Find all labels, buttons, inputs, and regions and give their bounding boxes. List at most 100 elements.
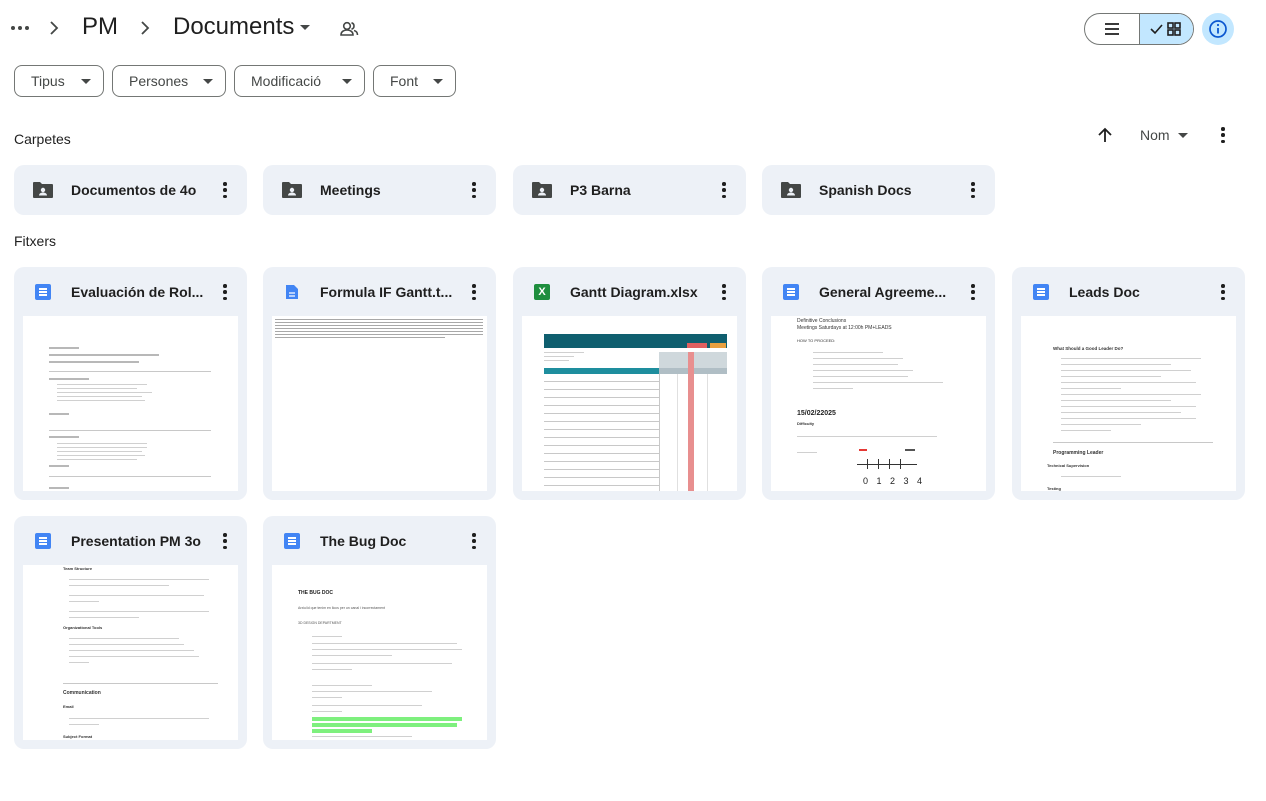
file-preview	[522, 316, 737, 491]
file-name: Presentation PM 3o	[71, 533, 201, 549]
file-preview: Definitive Conclusions Meetings Saturday…	[771, 316, 986, 491]
filter-chip-label: Persones	[129, 73, 189, 89]
list-view-button[interactable]	[1085, 14, 1139, 44]
preview-subheading: Email	[63, 704, 74, 709]
current-folder-name: Documents	[173, 13, 295, 40]
google-docs-icon	[35, 284, 51, 300]
dropdown-arrow-icon	[1177, 132, 1188, 138]
folder-name: Meetings	[320, 182, 381, 198]
preview-line: 3D DESIGN DEPARTMENT	[298, 621, 342, 625]
filter-chip-label: Font	[390, 73, 419, 89]
view-toggle	[1084, 13, 1194, 45]
grid-view-icon	[1150, 22, 1182, 36]
file-name: Gantt Diagram.xlsx	[570, 284, 698, 300]
file-card[interactable]: Presentation PM 3o Team Structure Organi…	[14, 516, 247, 749]
chevron-right-icon	[50, 21, 59, 35]
preview-line: Meetings Saturdays at 12:00h PM+LEADS	[797, 325, 892, 331]
file-preview: Team Structure Organizational Tools Comm…	[23, 565, 238, 740]
folder-name: Spanish Docs	[819, 182, 912, 198]
folder-card[interactable]: Spanish Docs	[762, 165, 995, 215]
more-vert-icon[interactable]	[471, 284, 477, 300]
file-name: Evaluación de Rol...	[71, 284, 204, 300]
more-vert-icon[interactable]	[222, 533, 228, 549]
arrow-up-icon[interactable]	[1094, 124, 1116, 146]
preview-line: Arxiu/id que tenim en llocs per un canal…	[298, 606, 385, 610]
more-vert-icon[interactable]	[721, 182, 727, 198]
more-vert-icon[interactable]	[222, 182, 228, 198]
folder-name: P3 Barna	[570, 182, 631, 198]
breadcrumb-current-folder[interactable]: Documents	[173, 13, 311, 41]
google-docs-icon	[35, 533, 51, 549]
preview-heading: HOW TO PROCEED:	[797, 338, 836, 343]
preview-line: Definitive Conclusions	[797, 318, 847, 324]
more-vert-icon	[1220, 127, 1226, 143]
folder-card[interactable]: P3 Barna	[513, 165, 746, 215]
preview-heading: Organizational Tools	[63, 625, 103, 630]
file-preview	[272, 316, 487, 491]
chevron-right-icon	[141, 21, 150, 35]
google-docs-icon	[783, 284, 799, 300]
google-docs-icon	[1033, 284, 1049, 300]
folder-card[interactable]: Documentos de 4o	[14, 165, 247, 215]
dropdown-arrow-icon	[342, 79, 352, 84]
dropdown-arrow-icon	[203, 79, 213, 84]
file-name: Formula IF Gantt.t...	[320, 284, 453, 300]
shared-folder-icon	[33, 182, 53, 198]
dropdown-arrow-icon	[81, 79, 91, 84]
sort-by-button[interactable]: Nom	[1140, 127, 1188, 143]
more-vert-icon[interactable]	[471, 182, 477, 198]
more-vert-icon[interactable]	[970, 182, 976, 198]
google-docs-icon	[284, 533, 300, 549]
files-section-title: Fitxers	[14, 233, 56, 249]
more-vert-icon[interactable]	[471, 533, 477, 549]
more-options-button[interactable]	[1212, 124, 1234, 146]
document-icon	[284, 284, 300, 300]
google-sheets-icon: X	[534, 284, 550, 300]
filter-source-chip[interactable]: Font	[373, 65, 456, 97]
file-card[interactable]: The Bug Doc THE BUG DOC Arxiu/id que ten…	[263, 516, 496, 749]
file-name: Leads Doc	[1069, 284, 1140, 300]
breadcrumb-pm[interactable]: PM	[82, 13, 118, 41]
grid-view-button[interactable]	[1138, 14, 1193, 44]
file-card[interactable]: Formula IF Gantt.t...	[263, 267, 496, 500]
file-card[interactable]: General Agreeme... Definitive Conclusion…	[762, 267, 995, 500]
file-card[interactable]: Leads Doc What Should a Good Leader Do? …	[1012, 267, 1245, 500]
filter-modified-chip[interactable]: Modificació	[234, 65, 365, 97]
folder-name: Documentos de 4o	[71, 182, 197, 198]
file-name: General Agreeme...	[819, 284, 947, 300]
more-horiz-icon[interactable]	[8, 16, 32, 40]
preview-heading: THE BUG DOC	[298, 590, 333, 596]
filter-chip-label: Tipus	[31, 73, 65, 89]
file-preview: THE BUG DOC Arxiu/id que tenim en llocs …	[272, 565, 487, 740]
file-card[interactable]: Evaluación de Rol...	[14, 267, 247, 500]
info-button[interactable]	[1202, 13, 1234, 45]
preview-subheading: Difficulty	[797, 421, 815, 426]
shared-folder-icon	[781, 182, 801, 198]
preview-subheading: Subject Format	[63, 734, 93, 739]
more-vert-icon[interactable]	[721, 284, 727, 300]
shared-folder-icon	[532, 182, 552, 198]
file-card[interactable]: X Gantt Diagram.xlsx	[513, 267, 746, 500]
info-icon	[1209, 20, 1227, 38]
filter-chip-label: Modificació	[251, 73, 322, 89]
dropdown-arrow-icon	[433, 79, 443, 84]
dropdown-arrow-icon	[300, 24, 311, 30]
preview-heading: Communication	[63, 690, 101, 696]
more-vert-icon[interactable]	[1220, 284, 1226, 300]
preview-date: 15/02/22025	[797, 410, 836, 417]
more-vert-icon[interactable]	[222, 284, 228, 300]
preview-subheading: Testing	[1047, 486, 1061, 491]
filter-people-chip[interactable]: Persones	[112, 65, 226, 97]
file-preview: What Should a Good Leader Do? Programmin…	[1021, 316, 1236, 491]
folder-card[interactable]: Meetings	[263, 165, 496, 215]
more-vert-icon[interactable]	[970, 284, 976, 300]
people-icon[interactable]	[338, 18, 360, 40]
filter-type-chip[interactable]: Tipus	[14, 65, 104, 97]
preview-section: Programming Leader	[1053, 450, 1104, 456]
preview-heading: Team Structure	[63, 566, 93, 571]
file-preview	[23, 316, 238, 491]
shared-folder-icon	[282, 182, 302, 198]
folders-section-title: Carpetes	[14, 131, 71, 147]
preview-heading: What Should a Good Leader Do?	[1053, 346, 1124, 351]
top-bar: PM Documents	[0, 0, 1266, 58]
